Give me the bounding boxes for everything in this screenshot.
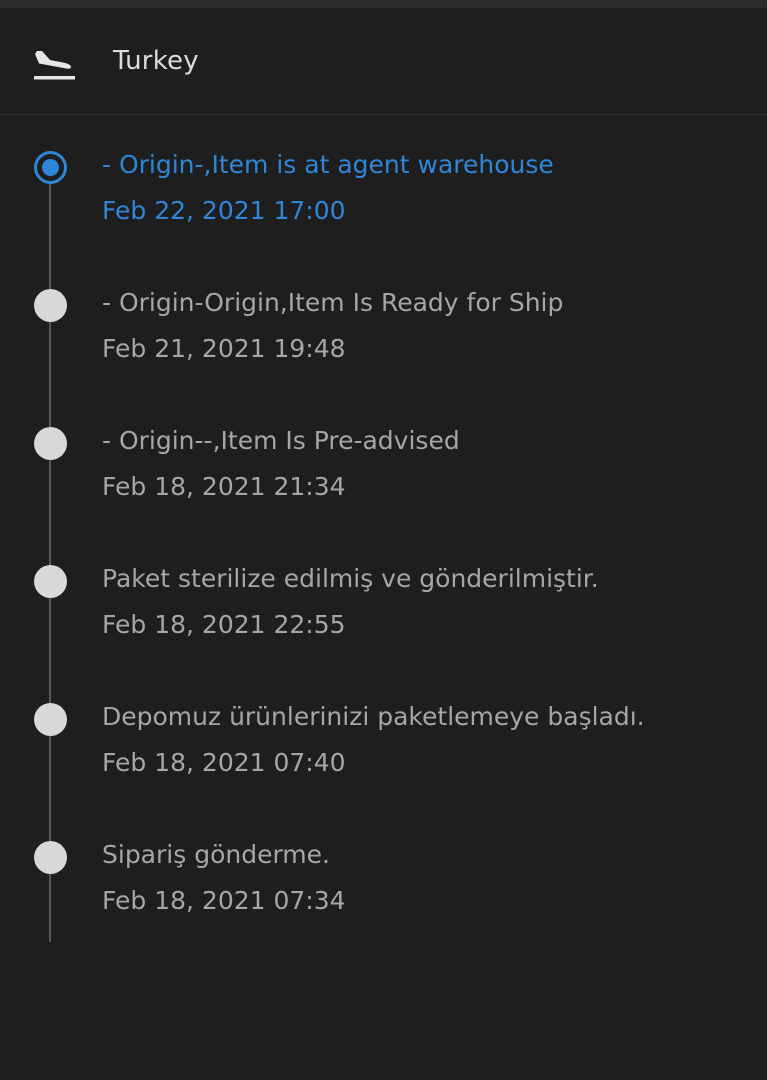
- event-description: - Origin--,Item Is Pre-advised: [102, 426, 460, 455]
- event-description: Paket sterilize edilmiş ve gönderilmişti…: [102, 564, 599, 593]
- timeline-event: Paket sterilize edilmiş ve gönderilmişti…: [0, 530, 767, 650]
- timeline-event: - Origin-,Item is at agent warehouse Feb…: [0, 116, 767, 236]
- current-status-dot: [34, 151, 67, 184]
- event-description: Depomuz ürünlerinizi paketlemeye başladı…: [102, 702, 645, 731]
- status-dot: [34, 703, 67, 736]
- event-description: Sipariş gönderme.: [102, 840, 330, 869]
- status-dot: [34, 565, 67, 598]
- event-timestamp: Feb 18, 2021 21:34: [102, 472, 346, 501]
- event-timestamp: Feb 18, 2021 22:55: [102, 610, 346, 639]
- event-timestamp: Feb 18, 2021 07:34: [102, 886, 346, 915]
- event-description: - Origin-,Item is at agent warehouse: [102, 150, 554, 179]
- event-description: - Origin-Origin,Item Is Ready for Ship: [102, 288, 564, 317]
- timeline-event: - Origin-Origin,Item Is Ready for Ship F…: [0, 254, 767, 374]
- timeline-event: Sipariş gönderme. Feb 18, 2021 07:34: [0, 806, 767, 926]
- timeline-event: - Origin--,Item Is Pre-advised Feb 18, 2…: [0, 392, 767, 512]
- event-timestamp: Feb 21, 2021 19:48: [102, 334, 346, 363]
- destination-country: Turkey: [113, 46, 199, 76]
- timeline-event: Depomuz ürünlerinizi paketlemeye başladı…: [0, 668, 767, 788]
- status-dot: [34, 427, 67, 460]
- event-timestamp: Feb 18, 2021 07:40: [102, 748, 346, 777]
- event-timestamp: Feb 22, 2021 17:00: [102, 196, 346, 225]
- tracking-timeline: - Origin-,Item is at agent warehouse Feb…: [0, 116, 767, 1080]
- status-dot: [34, 841, 67, 874]
- status-dot: [34, 289, 67, 322]
- tracking-header: Turkey: [0, 8, 767, 115]
- top-strip: [0, 0, 767, 8]
- flight-landing-icon: [34, 51, 75, 80]
